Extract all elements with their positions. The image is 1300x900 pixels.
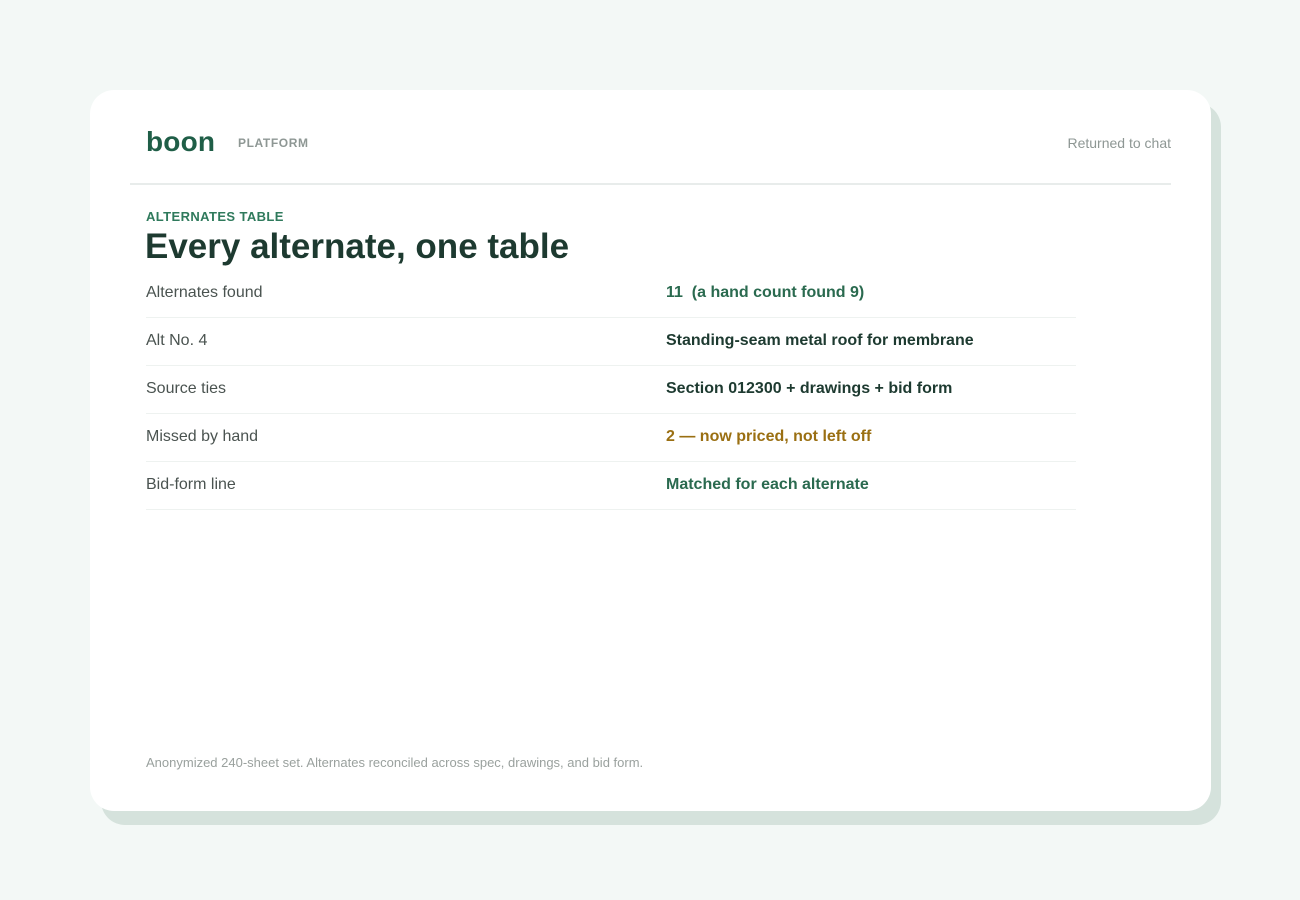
- alternates-table: Alternates found 11 (a hand count found …: [146, 270, 1076, 510]
- main-card: boon PLATFORM Returned to chat ALTERNATE…: [90, 90, 1211, 811]
- brand-logo: boon: [146, 126, 216, 157]
- row-label: Alt No. 4: [146, 332, 208, 349]
- table-row: Source ties Section 012300 + drawings + …: [146, 366, 1076, 414]
- table-row: Bid-form line Matched for each alternate: [146, 462, 1076, 510]
- row-label: Source ties: [146, 380, 227, 397]
- row-value: Matched for each alternate: [666, 476, 869, 493]
- row-value: Standing-seam metal roof for membrane: [666, 332, 974, 349]
- row-value: Section 012300 + drawings + bid form: [666, 380, 953, 397]
- table-row: Alt No. 4 Standing-seam metal roof for m…: [146, 318, 1076, 366]
- row-label: Bid-form line: [146, 476, 236, 493]
- section-eyebrow: ALTERNATES TABLE: [146, 209, 284, 224]
- status-text: Returned to chat: [1067, 135, 1171, 151]
- row-value: 11 (a hand count found 9): [666, 284, 865, 301]
- footer-note: Anonymized 240-sheet set. Alternates rec…: [146, 755, 644, 770]
- row-label: Missed by hand: [146, 428, 259, 445]
- platform-label: PLATFORM: [238, 136, 309, 150]
- header: boon PLATFORM Returned to chat: [130, 90, 1171, 185]
- row-value: 2 — now priced, not left off: [666, 428, 872, 445]
- table-row: Missed by hand 2 — now priced, not left …: [146, 414, 1076, 462]
- row-label: Alternates found: [146, 284, 263, 301]
- table-row: Alternates found 11 (a hand count found …: [146, 270, 1076, 318]
- page-title: Every alternate, one table: [145, 227, 570, 266]
